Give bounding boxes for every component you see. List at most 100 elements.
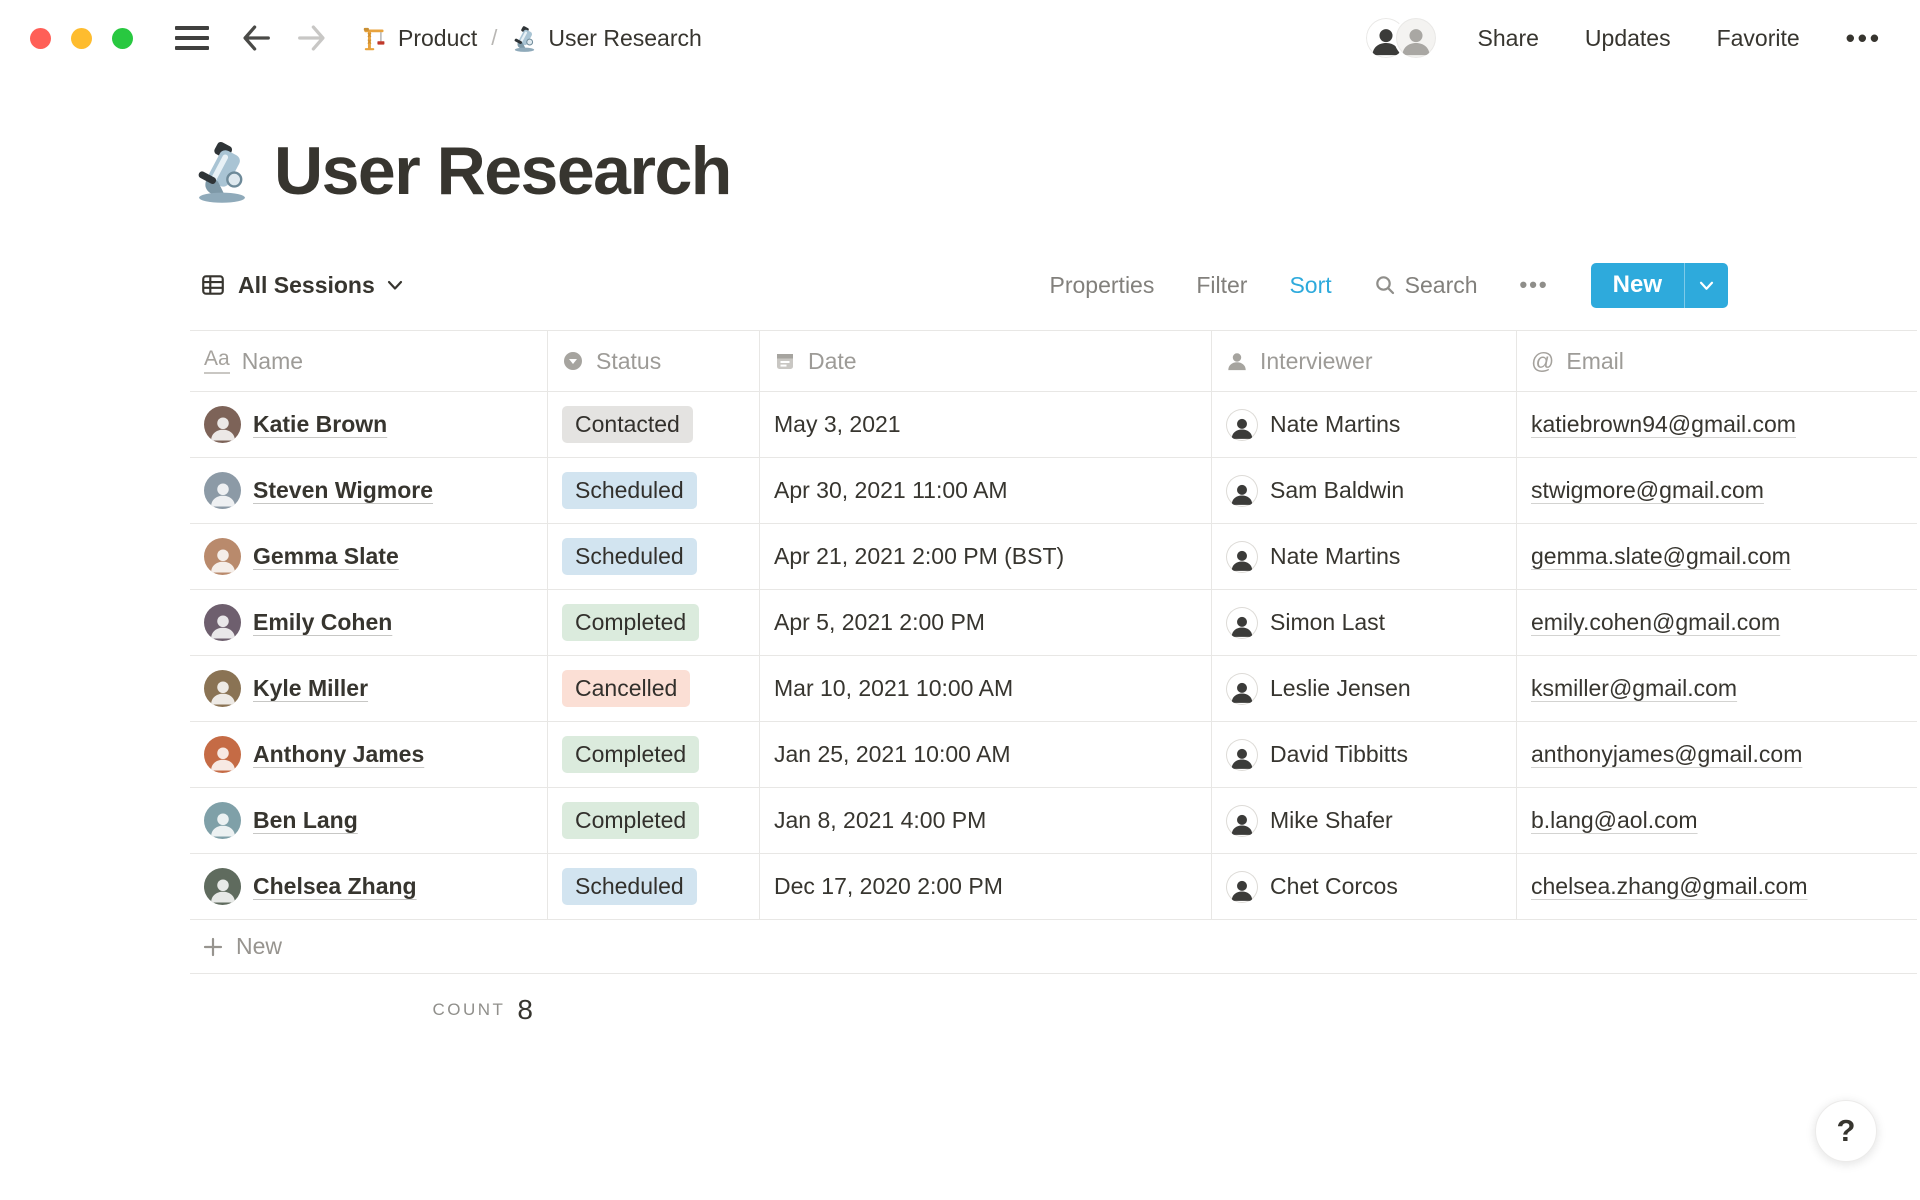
add-row-button[interactable]: New	[190, 920, 1917, 974]
email-link[interactable]: b.lang@aol.com	[1531, 807, 1698, 834]
avatar	[1226, 606, 1258, 639]
email-cell[interactable]: anthonyjames@gmail.com	[1516, 722, 1917, 787]
sort-button[interactable]: Sort	[1289, 272, 1331, 299]
name-cell[interactable]: Anthony James	[190, 722, 547, 787]
column-header-status[interactable]: Status	[547, 331, 759, 391]
interviewer-cell[interactable]: Sam Baldwin	[1211, 458, 1516, 523]
record-name-link[interactable]: Kyle Miller	[253, 675, 368, 702]
email-cell[interactable]: katiebrown94@gmail.com	[1516, 392, 1917, 457]
email-cell[interactable]: gemma.slate@gmail.com	[1516, 524, 1917, 589]
avatar	[204, 670, 241, 707]
email-link[interactable]: ksmiller@gmail.com	[1531, 675, 1737, 702]
column-header-email[interactable]: @ Email	[1516, 331, 1917, 391]
status-cell[interactable]: Contacted	[547, 392, 759, 457]
view-switcher[interactable]: All Sessions	[200, 272, 403, 299]
name-cell[interactable]: Emily Cohen	[190, 590, 547, 655]
page-microscope-icon[interactable]	[190, 139, 254, 203]
interviewer-cell[interactable]: Nate Martins	[1211, 392, 1516, 457]
record-name-link[interactable]: Chelsea Zhang	[253, 873, 417, 900]
column-header-date[interactable]: Date	[759, 331, 1211, 391]
date-value: Apr 30, 2021 11:00 AM	[774, 477, 1008, 503]
minimize-window-button[interactable]	[71, 27, 92, 49]
email-link[interactable]: chelsea.zhang@gmail.com	[1531, 873, 1807, 900]
add-row-label: New	[236, 933, 283, 959]
properties-button[interactable]: Properties	[1050, 272, 1155, 299]
record-name-link[interactable]: Emily Cohen	[253, 609, 392, 636]
date-cell[interactable]: Mar 10, 2021 10:00 AM	[759, 656, 1211, 721]
date-value: Jan 8, 2021 4:00 PM	[774, 807, 987, 833]
status-cell[interactable]: Completed	[547, 722, 759, 787]
help-button[interactable]: ?	[1815, 1100, 1877, 1162]
date-cell[interactable]: Jan 8, 2021 4:00 PM	[759, 788, 1211, 853]
new-button-chevron-down-icon[interactable]	[1684, 262, 1728, 308]
date-cell[interactable]: Apr 30, 2021 11:00 AM	[759, 458, 1211, 523]
name-cell[interactable]: Gemma Slate	[190, 524, 547, 589]
interviewer-cell[interactable]: Mike Shafer	[1211, 788, 1516, 853]
email-link[interactable]: stwigmore@gmail.com	[1531, 477, 1764, 504]
at-icon: @	[1531, 347, 1555, 374]
search-button[interactable]: Search	[1374, 272, 1478, 299]
date-value: May 3, 2021	[774, 411, 901, 437]
status-cell[interactable]: Scheduled	[547, 854, 759, 919]
column-header-interviewer[interactable]: Interviewer	[1211, 331, 1516, 391]
date-cell[interactable]: Dec 17, 2020 2:00 PM	[759, 854, 1211, 919]
interviewer-cell[interactable]: Leslie Jensen	[1211, 656, 1516, 721]
email-link[interactable]: emily.cohen@gmail.com	[1531, 609, 1780, 636]
zoom-window-button[interactable]	[112, 27, 133, 49]
email-cell[interactable]: chelsea.zhang@gmail.com	[1516, 854, 1917, 919]
interviewer-cell[interactable]: David Tibbitts	[1211, 722, 1516, 787]
date-cell[interactable]: Apr 21, 2021 2:00 PM (BST)	[759, 524, 1211, 589]
status-cell[interactable]: Cancelled	[547, 656, 759, 721]
status-cell[interactable]: Scheduled	[547, 458, 759, 523]
record-name-link[interactable]: Anthony James	[253, 741, 424, 768]
interviewer-cell[interactable]: Simon Last	[1211, 590, 1516, 655]
view-more-options-icon[interactable]: •••	[1520, 272, 1549, 298]
column-header-name[interactable]: Aa Name	[190, 331, 547, 391]
more-options-icon[interactable]: •••	[1846, 25, 1882, 51]
email-link[interactable]: anthonyjames@gmail.com	[1531, 741, 1802, 768]
record-name-link[interactable]: Gemma Slate	[253, 543, 399, 570]
avatar	[204, 736, 241, 773]
name-cell[interactable]: Steven Wigmore	[190, 458, 547, 523]
name-cell[interactable]: Kyle Miller	[190, 656, 547, 721]
interviewer-cell[interactable]: Nate Martins	[1211, 524, 1516, 589]
email-link[interactable]: gemma.slate@gmail.com	[1531, 543, 1791, 570]
email-cell[interactable]: emily.cohen@gmail.com	[1516, 590, 1917, 655]
name-cell[interactable]: Chelsea Zhang	[190, 854, 547, 919]
close-window-button[interactable]	[30, 27, 51, 49]
status-cell[interactable]: Scheduled	[547, 524, 759, 589]
record-name-link[interactable]: Ben Lang	[253, 807, 358, 834]
name-cell[interactable]: Katie Brown	[190, 392, 547, 457]
forward-arrow-icon[interactable]	[295, 23, 329, 53]
email-cell[interactable]: stwigmore@gmail.com	[1516, 458, 1917, 523]
sidebar-toggle-icon[interactable]	[175, 26, 209, 50]
person-icon	[1226, 350, 1248, 372]
count-footer[interactable]: COUNT 8	[190, 974, 547, 1026]
email-cell[interactable]: b.lang@aol.com	[1516, 788, 1917, 853]
share-button[interactable]: Share	[1478, 25, 1539, 52]
status-cell[interactable]: Completed	[547, 590, 759, 655]
updates-button[interactable]: Updates	[1585, 25, 1671, 52]
status-cell[interactable]: Completed	[547, 788, 759, 853]
new-button-label: New	[1612, 271, 1662, 298]
date-cell[interactable]: Jan 25, 2021 10:00 AM	[759, 722, 1211, 787]
breadcrumb-item-product[interactable]: Product	[361, 25, 477, 52]
new-record-button[interactable]: New	[1590, 262, 1728, 308]
filter-button[interactable]: Filter	[1196, 272, 1247, 299]
record-name-link[interactable]: Steven Wigmore	[253, 477, 433, 504]
table-view-icon	[200, 272, 226, 298]
collaborator-avatars[interactable]	[1363, 16, 1438, 60]
record-name-link[interactable]: Katie Brown	[253, 411, 387, 438]
name-cell[interactable]: Ben Lang	[190, 788, 547, 853]
table-header-row: Aa Name Status Date Interviewer @ Email	[190, 330, 1917, 392]
status-badge: Cancelled	[562, 669, 691, 708]
favorite-button[interactable]: Favorite	[1717, 25, 1800, 52]
back-arrow-icon[interactable]	[239, 23, 273, 53]
email-link[interactable]: katiebrown94@gmail.com	[1531, 411, 1796, 438]
page-title[interactable]: User Research	[274, 132, 732, 210]
breadcrumb-item-user-research[interactable]: User Research	[511, 25, 702, 52]
date-cell[interactable]: May 3, 2021	[759, 392, 1211, 457]
interviewer-cell[interactable]: Chet Corcos	[1211, 854, 1516, 919]
date-cell[interactable]: Apr 5, 2021 2:00 PM	[759, 590, 1211, 655]
email-cell[interactable]: ksmiller@gmail.com	[1516, 656, 1917, 721]
